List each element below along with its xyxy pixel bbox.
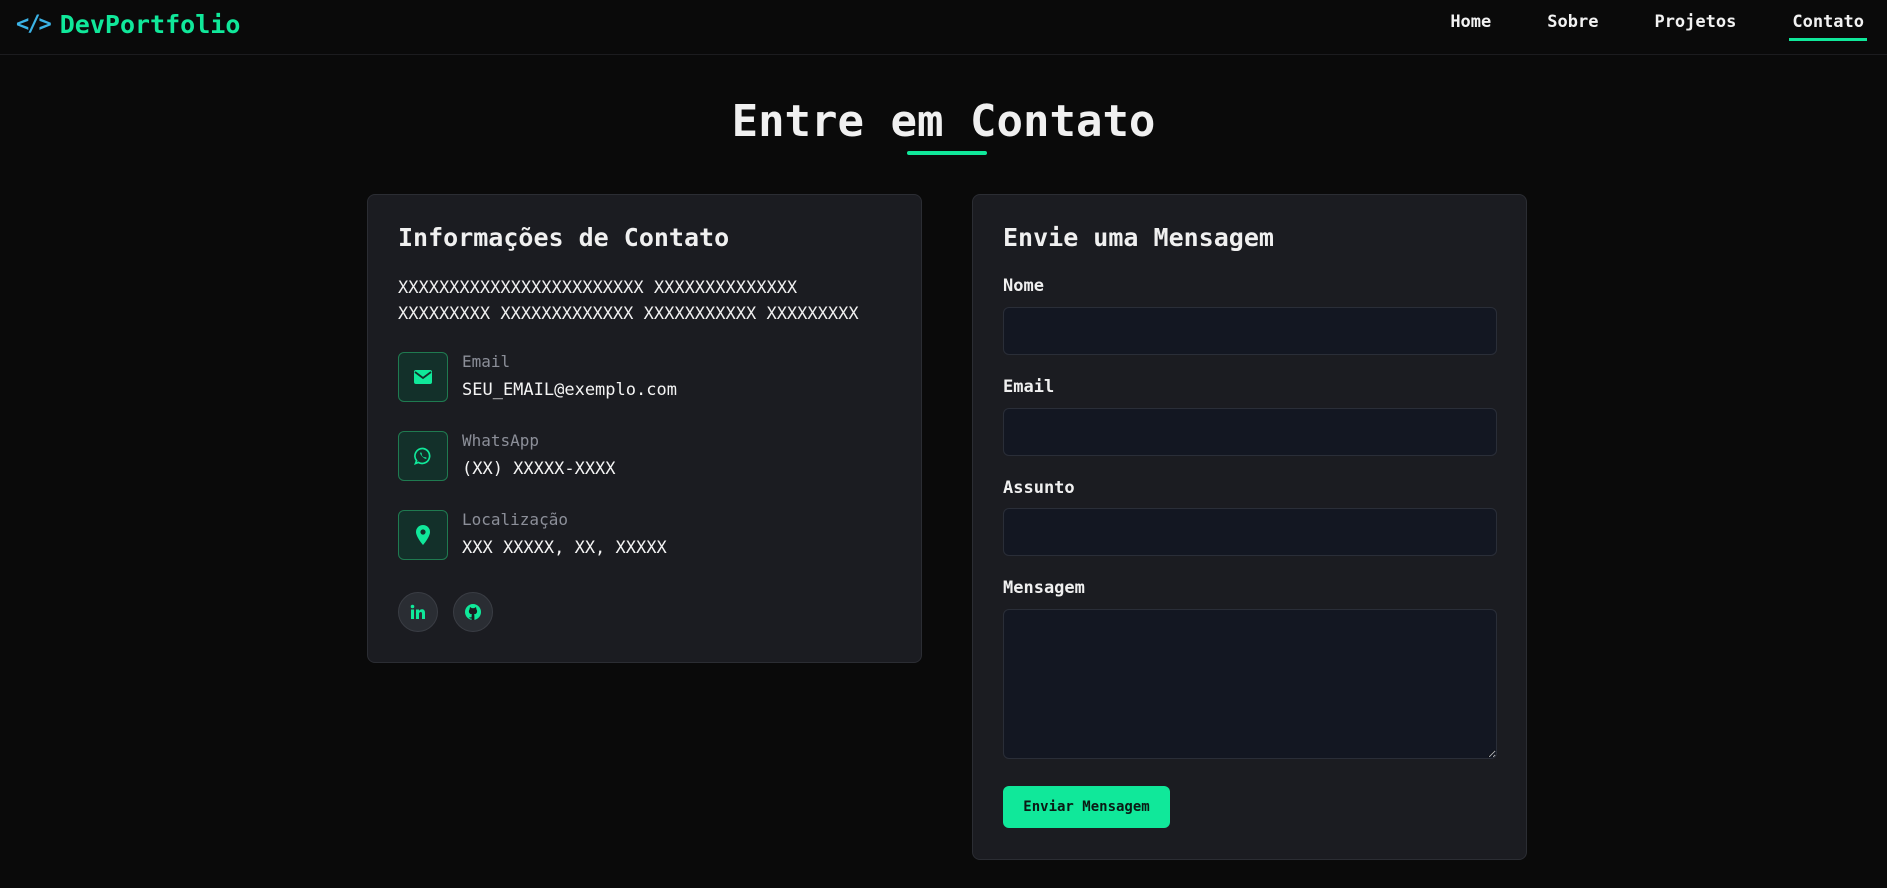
code-icon: </> — [16, 11, 52, 37]
whatsapp-label: WhatsApp — [462, 431, 540, 450]
logo-text: DevPortfolio — [59, 9, 241, 39]
message-form-card: Envie uma Mensagem Nome Email Assunto Me… — [972, 194, 1527, 860]
contact-item-email: Email SEU_EMAIL@exemplo.com — [398, 352, 888, 404]
nav-link-projetos[interactable]: Projetos — [1651, 12, 1739, 41]
message-label: Mensagem — [1003, 578, 1085, 598]
whatsapp-value: (XX) XXXXX-XXXX — [462, 459, 616, 479]
nav-link-home[interactable]: Home — [1447, 12, 1494, 41]
nav-link-contato[interactable]: Contato — [1789, 12, 1867, 41]
message-textarea[interactable] — [1003, 609, 1497, 759]
nav-links: Home Sobre Projetos Contato — [1397, 12, 1867, 41]
title-underline — [907, 151, 987, 155]
email-input[interactable] — [1003, 408, 1497, 456]
location-label: Localização — [462, 510, 568, 529]
send-message-button[interactable]: Enviar Mensagem — [1003, 786, 1170, 828]
subject-label: Assunto — [1003, 478, 1075, 498]
linkedin-icon — [410, 604, 425, 619]
logo[interactable]: </> DevPortfolio — [16, 9, 241, 39]
navbar: </> DevPortfolio Home Sobre Projetos Con… — [0, 0, 1887, 55]
envelope-icon — [398, 352, 448, 402]
map-pin-icon — [398, 510, 448, 560]
contact-item-whatsapp: WhatsApp (XX) XXXXX-XXXX — [398, 431, 888, 483]
name-input[interactable] — [1003, 307, 1497, 355]
nav-link-sobre[interactable]: Sobre — [1544, 12, 1601, 41]
message-form-title: Envie uma Mensagem — [1003, 223, 1274, 252]
name-label: Nome — [1003, 276, 1044, 296]
github-icon — [465, 604, 481, 620]
email-label: Email — [462, 352, 511, 371]
github-link[interactable] — [453, 592, 493, 632]
contact-info-card: Informações de Contato XXXXXXXXXXXXXXXXX… — [367, 194, 922, 663]
contact-info-title: Informações de Contato — [398, 223, 730, 252]
whatsapp-icon — [398, 431, 448, 481]
email-field-label: Email — [1003, 377, 1055, 397]
contact-info-description: XXXXXXXXXXXXXXXXXXXXXXXX XXXXXXXXXXXXXX … — [398, 278, 859, 324]
page-title: Entre em Contato — [731, 96, 1156, 147]
subject-input[interactable] — [1003, 508, 1497, 556]
contact-item-location: Localização XXX XXXXX, XX, XXXXX — [398, 510, 888, 562]
linkedin-link[interactable] — [398, 592, 438, 632]
location-value: XXX XXXXX, XX, XXXXX — [462, 538, 667, 558]
email-value: SEU_EMAIL@exemplo.com — [462, 380, 677, 400]
